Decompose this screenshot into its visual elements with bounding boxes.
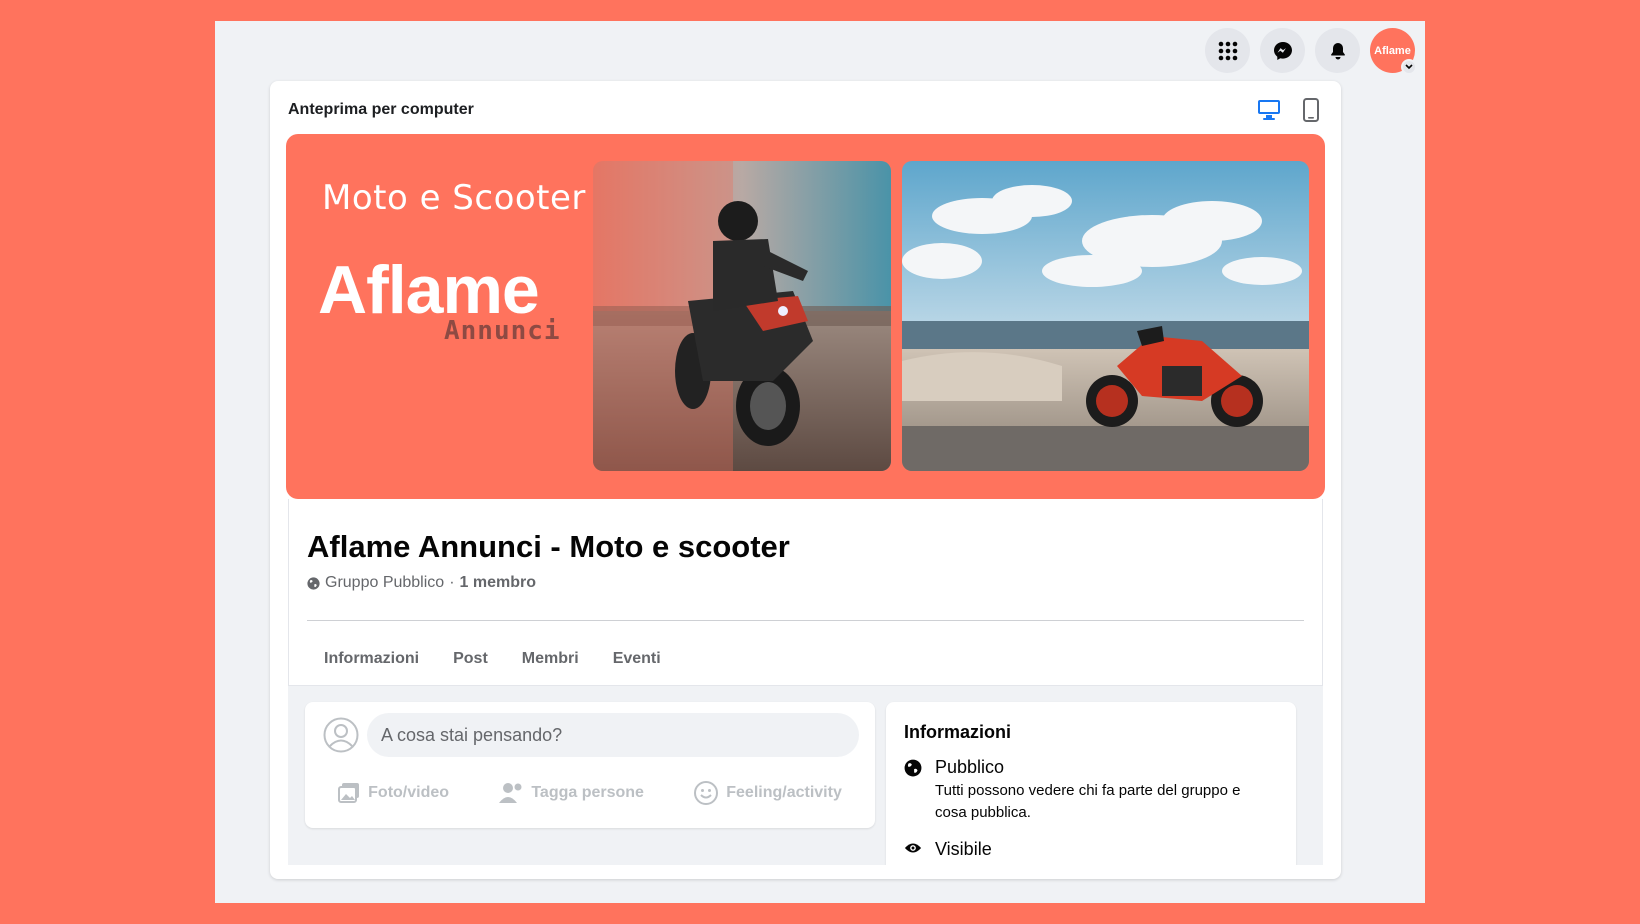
preview-title: Anteprima per computer	[288, 101, 474, 118]
about-item-description: Tutti possono vedere chi fa parte del gr…	[935, 782, 1241, 821]
top-bar: Aflame	[1205, 28, 1417, 75]
user-avatar-icon	[323, 717, 359, 753]
photo-video-label: Foto/video	[368, 784, 450, 801]
divider	[307, 620, 1304, 621]
motorcycle-rider-photo	[593, 161, 891, 471]
tab-membri[interactable]: Membri	[505, 641, 596, 677]
smiley-icon	[694, 781, 719, 805]
globe-icon	[904, 759, 922, 777]
about-item-label: Visibile	[935, 839, 992, 859]
cover-subtitle: Moto e Scooter	[322, 178, 586, 218]
group-members-count[interactable]: 1 membro	[460, 574, 536, 592]
post-composer: A cosa stai pensando? Foto/video Tagga p…	[305, 702, 875, 828]
messenger-icon	[1273, 41, 1292, 60]
messenger-button[interactable]	[1260, 28, 1305, 73]
group-content-area: A cosa stai pensando? Foto/video Tagga p…	[288, 685, 1323, 865]
group-meta: Gruppo Pubblico · 1 membro	[307, 574, 536, 592]
facebook-window: Aflame Anteprima per computer Moto e Sco…	[215, 21, 1425, 903]
composer-actions: Foto/video Tagga persone Feeling/activit…	[305, 770, 875, 816]
eye-icon	[904, 843, 922, 853]
notifications-button[interactable]	[1315, 28, 1360, 73]
post-composer-input[interactable]: A cosa stai pensando?	[367, 713, 859, 757]
device-toggle	[1257, 98, 1319, 122]
tag-people-button[interactable]: Tagga persone	[499, 781, 644, 805]
about-item-label: Pubblico	[935, 757, 1005, 777]
grid-menu-icon	[1218, 41, 1237, 60]
photo-icon	[338, 783, 360, 803]
about-item-visible: Visibile	[904, 839, 992, 860]
mobile-icon	[1303, 98, 1319, 122]
desktop-preview-button[interactable]	[1257, 99, 1281, 121]
tab-informazioni[interactable]: Informazioni	[307, 641, 436, 677]
about-title: Informazioni	[904, 722, 1011, 742]
meta-separator: ·	[449, 574, 455, 591]
grid-menu-button[interactable]	[1205, 28, 1250, 73]
about-item-public: Pubblico Tutti possono vedere chi fa par…	[904, 757, 1275, 824]
group-tabs: Informazioni Post Membri Eventi	[307, 641, 678, 677]
desktop-icon	[1258, 100, 1280, 120]
beach-motorcycle-photo	[902, 161, 1309, 471]
group-privacy: Gruppo Pubblico	[325, 574, 445, 591]
bell-icon	[1330, 42, 1345, 59]
mobile-preview-button[interactable]	[1303, 98, 1319, 122]
feeling-activity-label: Feeling/activity	[726, 784, 842, 801]
tab-eventi[interactable]: Eventi	[596, 641, 678, 677]
tag-people-label: Tagga persone	[531, 784, 644, 801]
about-card: Informazioni Pubblico Tutti possono vede…	[886, 702, 1296, 865]
chevron-down-icon	[1401, 59, 1417, 75]
account-menu[interactable]: Aflame	[1370, 28, 1417, 75]
tab-post[interactable]: Post	[436, 641, 505, 677]
group-name: Aflame Annunci - Moto e scooter	[307, 529, 790, 564]
globe-icon	[307, 576, 320, 590]
tag-people-icon	[499, 783, 522, 803]
cover-brand-subtitle: Annunci	[444, 316, 561, 346]
group-cover-photo: Moto e Scooter Aflame Annunci	[286, 134, 1325, 499]
desktop-preview-card: Anteprima per computer Moto e Scooter Af…	[270, 81, 1341, 879]
feeling-activity-button[interactable]: Feeling/activity	[694, 781, 842, 805]
photo-video-button[interactable]: Foto/video	[338, 782, 449, 804]
